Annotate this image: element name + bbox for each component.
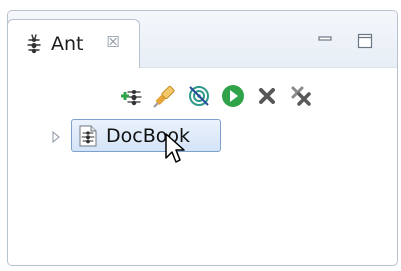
remove-all-icon[interactable] xyxy=(288,83,314,109)
view-header: Ant ☒ xyxy=(8,11,397,68)
tree-item-label: DocBook xyxy=(106,125,190,147)
maximize-icon[interactable] xyxy=(357,33,373,49)
tab-ant[interactable]: Ant ☒ xyxy=(8,19,140,68)
close-icon[interactable]: ☒ xyxy=(105,34,121,50)
buildfile-icon xyxy=(79,125,97,147)
hide-internal-targets-icon[interactable] xyxy=(186,83,212,109)
run-icon[interactable] xyxy=(220,83,246,109)
search-buildfile-icon[interactable] xyxy=(152,83,178,109)
tab-title: Ant xyxy=(51,33,84,55)
expand-arrow-icon[interactable] xyxy=(50,130,62,144)
add-buildfile-icon[interactable] xyxy=(118,83,144,109)
tree-item-docbook[interactable]: DocBook xyxy=(71,119,221,152)
minimize-icon[interactable] xyxy=(317,31,333,47)
remove-icon[interactable] xyxy=(254,83,280,109)
toolbar xyxy=(8,83,397,111)
ant-icon xyxy=(27,34,41,54)
ant-view: Ant ☒ DocBook xyxy=(7,10,398,266)
